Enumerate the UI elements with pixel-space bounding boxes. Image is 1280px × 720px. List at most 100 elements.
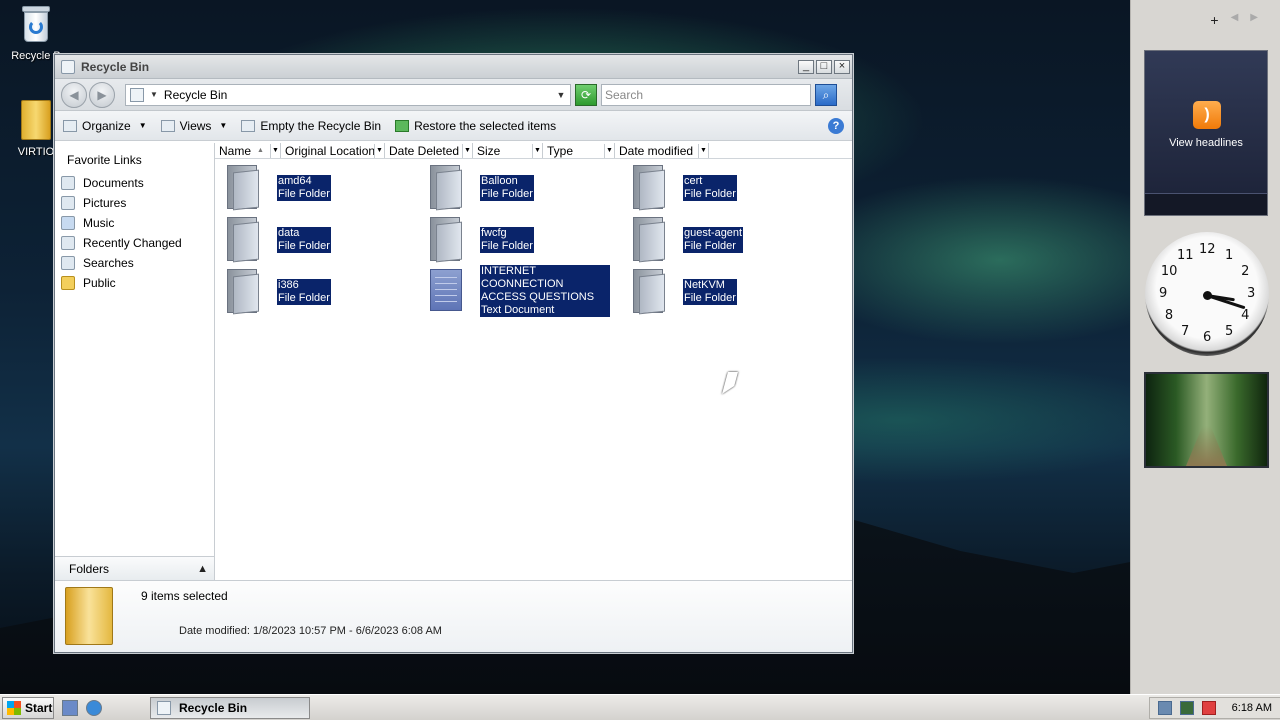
network-icon[interactable] — [1179, 700, 1194, 715]
column-label: Original Location — [285, 143, 376, 158]
file-item-label: INTERNET COONNECTION ACCESS QUESTIONS Tex… — [480, 265, 610, 317]
file-item-label: guest-agent File Folder — [683, 227, 744, 253]
column-dropdown-icon[interactable]: ▼ — [270, 143, 280, 158]
search-button[interactable]: ⌕ — [815, 83, 837, 106]
column-label: Name — [219, 143, 252, 158]
forward-button[interactable]: ▶ — [89, 81, 115, 108]
search-input[interactable]: Search — [601, 83, 811, 106]
restore-arrow-icon — [395, 119, 410, 132]
back-button[interactable]: ◀ — [61, 81, 87, 108]
music-icon — [61, 216, 75, 230]
sidebar-controls: + ◀ ▶ — [1210, 12, 1258, 28]
show-desktop-icon[interactable] — [62, 699, 78, 716]
add-gadget-icon[interactable]: + — [1210, 12, 1218, 28]
organize-button[interactable]: Organize ▼ — [63, 119, 147, 133]
folder-icon — [219, 163, 267, 211]
folder-icon — [625, 267, 673, 315]
recycle-bin-icon — [20, 4, 52, 44]
nav-item-searches[interactable]: Searches — [55, 253, 214, 273]
column-header-size[interactable]: Size ▼ — [473, 143, 543, 158]
column-headers: Name ▲ ▼ Original Location ▼ Date Deleted ▼ … — [215, 143, 852, 159]
next-gadget-icon[interactable]: ▶ — [1250, 12, 1258, 28]
column-header-type[interactable]: Type ▼ — [543, 143, 615, 158]
restore-items-button[interactable]: Restore the selected items — [395, 119, 556, 133]
close-button[interactable]: × — [834, 59, 850, 74]
nav-item-pictures[interactable]: Pictures — [55, 193, 214, 213]
column-dropdown-icon[interactable]: ▼ — [462, 143, 472, 158]
address-box[interactable]: ▼ Recycle Bin ▼ — [125, 83, 571, 106]
clock-time[interactable]: 6:18 AM — [1232, 702, 1272, 714]
nav-item-label: Public — [83, 276, 116, 290]
documents-icon — [61, 176, 75, 190]
nav-item-documents[interactable]: Documents — [55, 173, 214, 193]
folder-icon — [625, 163, 673, 211]
help-icon[interactable]: ? — [828, 117, 844, 134]
clock-numeral: 9 — [1159, 286, 1168, 301]
searches-icon — [61, 256, 75, 270]
public-folder-icon — [61, 276, 75, 290]
window-titlebar[interactable]: Recycle Bin _ □ × — [55, 55, 852, 79]
file-item[interactable]: NetKVM File Folder — [625, 267, 825, 317]
file-item[interactable]: fwcfg File Folder — [422, 215, 622, 265]
start-button[interactable]: Start — [2, 696, 54, 719]
empty-label: Empty the Recycle Bin — [260, 118, 382, 133]
file-item[interactable]: Balloon File Folder — [422, 163, 622, 213]
internet-explorer-icon[interactable] — [86, 699, 102, 716]
refresh-button[interactable]: ⟳ — [575, 83, 597, 106]
column-header-name[interactable]: Name ▲ ▼ — [215, 143, 281, 158]
column-dropdown-icon[interactable]: ▼ — [604, 143, 614, 158]
file-item-label: fwcfg File Folder — [480, 227, 534, 253]
file-item[interactable]: data File Folder — [219, 215, 419, 265]
file-item-label: i386 File Folder — [277, 279, 331, 305]
system-tray: 6:18 AM — [1148, 696, 1280, 719]
nav-item-music[interactable]: Music — [55, 213, 214, 233]
clock-numeral: 12 — [1199, 242, 1216, 257]
taskbar-button-label: Recycle Bin — [179, 700, 248, 715]
file-item[interactable]: amd64 File Folder — [219, 163, 419, 213]
clock-gadget[interactable]: 1 2 3 4 5 6 7 8 9 10 11 12 — [1145, 232, 1269, 356]
file-item[interactable]: INTERNET COONNECTION ACCESS QUESTIONS Tex… — [422, 265, 622, 317]
views-button[interactable]: Views ▼ — [160, 119, 227, 133]
file-item-label: NetKVM File Folder — [683, 279, 737, 305]
column-header-date-modified[interactable]: Date modified ▼ — [615, 143, 709, 158]
feed-gadget-footer — [1145, 193, 1267, 215]
address-dropdown-icon[interactable]: ▼ — [552, 90, 570, 100]
empty-recycle-bin-button[interactable]: Empty the Recycle Bin — [241, 119, 381, 133]
breadcrumb-recycle-bin[interactable]: Recycle Bin — [164, 88, 552, 102]
nav-item-public[interactable]: Public — [55, 273, 214, 293]
column-header-original-location[interactable]: Original Location ▼ — [281, 143, 385, 158]
folder-icon — [422, 163, 470, 211]
minimize-button[interactable]: _ — [798, 59, 814, 74]
taskbar: Start Recycle Bin 6:18 AM — [0, 694, 1280, 720]
folder-icon — [625, 215, 673, 263]
windows-sidebar: + ◀ ▶ ) View headlines 1 2 3 4 5 6 7 8 9 10 11 12 — [1130, 0, 1280, 694]
clock-numeral: 6 — [1203, 330, 1212, 345]
windows-flag-icon — [7, 700, 21, 715]
column-header-date-deleted[interactable]: Date Deleted ▼ — [385, 143, 473, 158]
feed-headlines-gadget[interactable]: ) View headlines — [1144, 50, 1268, 216]
maximize-button[interactable]: □ — [816, 59, 832, 74]
clock-numeral: 2 — [1241, 264, 1250, 279]
window-title: Recycle Bin — [81, 59, 150, 74]
folders-toggle[interactable]: Folders ▲ — [55, 556, 214, 580]
folder-icon — [219, 267, 267, 315]
nav-item-label: Documents — [83, 176, 144, 190]
previous-gadget-icon[interactable]: ◀ — [1231, 12, 1239, 28]
forest-path-image — [1186, 426, 1227, 466]
file-item[interactable]: cert File Folder — [625, 163, 825, 213]
folders-label: Folders — [69, 561, 110, 576]
breadcrumb-arrow-icon[interactable]: ▼ — [150, 90, 158, 99]
clock-numeral: 8 — [1164, 308, 1174, 323]
recycle-bin-window: Recycle Bin _ □ × ◀ ▶ ▼ Recycle Bin ▼ ⟳ … — [54, 54, 853, 653]
taskbar-button-recycle-bin[interactable]: Recycle Bin — [150, 696, 310, 719]
column-dropdown-icon[interactable]: ▼ — [374, 143, 384, 158]
column-dropdown-icon[interactable]: ▼ — [532, 143, 542, 158]
security-center-icon[interactable] — [1157, 700, 1172, 715]
file-item[interactable]: i386 File Folder — [219, 267, 419, 317]
volume-muted-icon[interactable] — [1201, 700, 1216, 715]
column-dropdown-icon[interactable]: ▼ — [698, 143, 708, 158]
nav-item-recently-changed[interactable]: Recently Changed — [55, 233, 214, 253]
address-bar: ◀ ▶ ▼ Recycle Bin ▼ ⟳ Search ⌕ — [55, 79, 852, 111]
file-item[interactable]: guest-agent File Folder — [625, 215, 825, 265]
slideshow-gadget[interactable] — [1144, 372, 1269, 468]
